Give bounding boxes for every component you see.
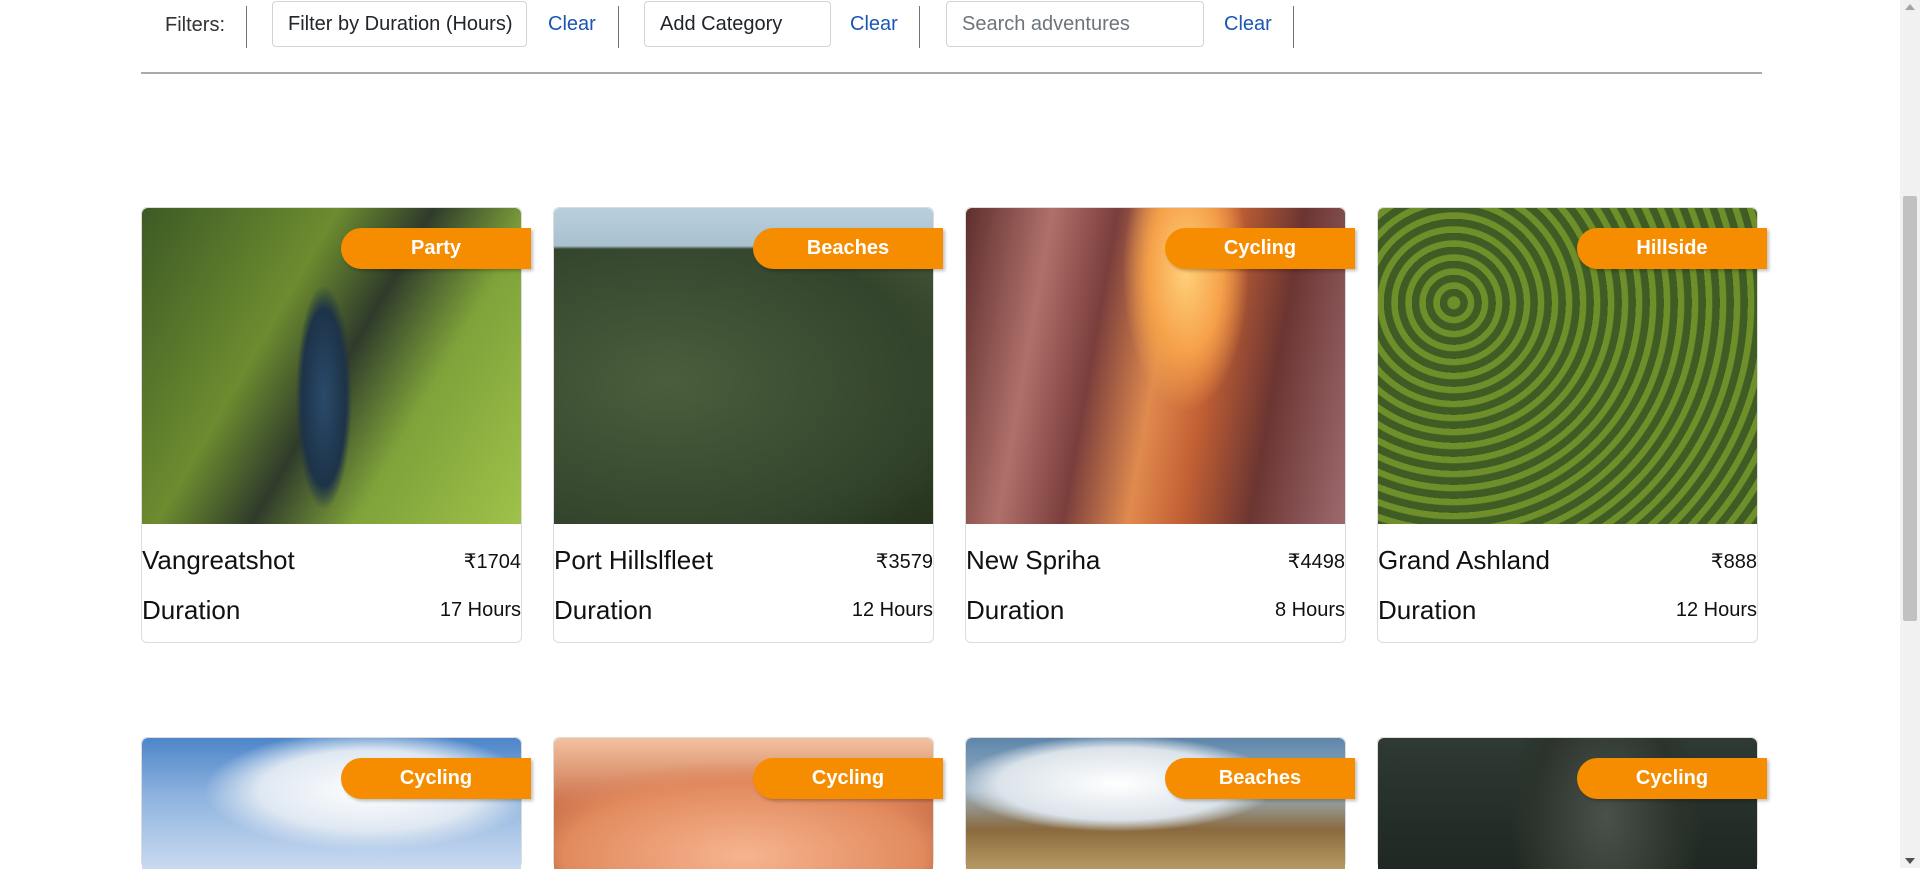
duration-value: 17 Hours	[439, 599, 521, 621]
duration-value: 8 Hours	[1274, 599, 1345, 621]
category-banner: Beaches	[1165, 758, 1355, 799]
category-banner: Cycling	[341, 758, 531, 799]
clear-category-button[interactable]: Clear	[850, 13, 898, 36]
filter-divider	[141, 72, 1762, 74]
duration-filter-select[interactable]: Filter by Duration (Hours)	[272, 1, 527, 47]
divider	[919, 6, 920, 48]
filter-bar: Filters: Filter by Duration (Hours) Clea…	[141, 0, 1762, 48]
scroll-down-arrow-icon[interactable]	[1905, 858, 1915, 864]
adventure-name: Vangreatshot	[142, 545, 295, 575]
category-select[interactable]: Add Category	[644, 1, 831, 47]
divider	[1293, 6, 1294, 48]
adventure-card[interactable]: Beaches	[965, 737, 1355, 869]
duration-value: 12 Hours	[1675, 599, 1757, 621]
adventure-card[interactable]: Beaches Port Hillslfleet ₹3579 Duration …	[553, 207, 943, 643]
clear-duration-button[interactable]: Clear	[548, 13, 596, 36]
vertical-scrollbar[interactable]	[1900, 0, 1920, 868]
duration-label: Duration	[1378, 595, 1477, 625]
adventure-card[interactable]: Cycling	[1377, 737, 1767, 869]
duration-label: Duration	[142, 595, 241, 625]
search-input[interactable]: Search adventures	[946, 1, 1204, 47]
adventure-card[interactable]: Hillside Grand Ashland ₹888 Duration 12 …	[1377, 207, 1767, 643]
duration-label: Duration	[554, 595, 653, 625]
filters-label: Filters:	[165, 14, 225, 36]
clear-search-button[interactable]: Clear	[1224, 13, 1272, 36]
adventure-price: ₹3579	[875, 551, 933, 573]
adventure-price: ₹4498	[1287, 551, 1345, 573]
adventure-card[interactable]: Party Vangreatshot ₹1704 Duration 17 Hou…	[141, 207, 531, 643]
category-banner: Beaches	[753, 228, 943, 269]
category-banner: Hillside	[1577, 228, 1767, 269]
adventures-page: Filters: Filter by Duration (Hours) Clea…	[0, 0, 1900, 869]
scrollbar-thumb[interactable]	[1903, 196, 1917, 621]
category-banner: Cycling	[1165, 228, 1355, 269]
adventure-card[interactable]: Cycling	[141, 737, 531, 869]
duration-value: 12 Hours	[851, 599, 933, 621]
adventure-name: Port Hillslfleet	[554, 545, 713, 575]
adventure-name: New Spriha	[966, 545, 1101, 575]
category-banner: Cycling	[753, 758, 943, 799]
adventure-name: Grand Ashland	[1378, 545, 1551, 575]
category-banner: Party	[341, 228, 531, 269]
adventure-card[interactable]: Cycling New Spriha ₹4498 Duration 8 Hour…	[965, 207, 1355, 643]
adventure-price: ₹1704	[463, 551, 521, 573]
scroll-up-arrow-icon[interactable]	[1905, 4, 1915, 10]
adventure-price: ₹888	[1710, 551, 1757, 573]
adventure-card[interactable]: Cycling	[553, 737, 943, 869]
duration-label: Duration	[966, 595, 1065, 625]
divider	[246, 6, 247, 48]
category-banner: Cycling	[1577, 758, 1767, 799]
divider	[618, 6, 619, 48]
